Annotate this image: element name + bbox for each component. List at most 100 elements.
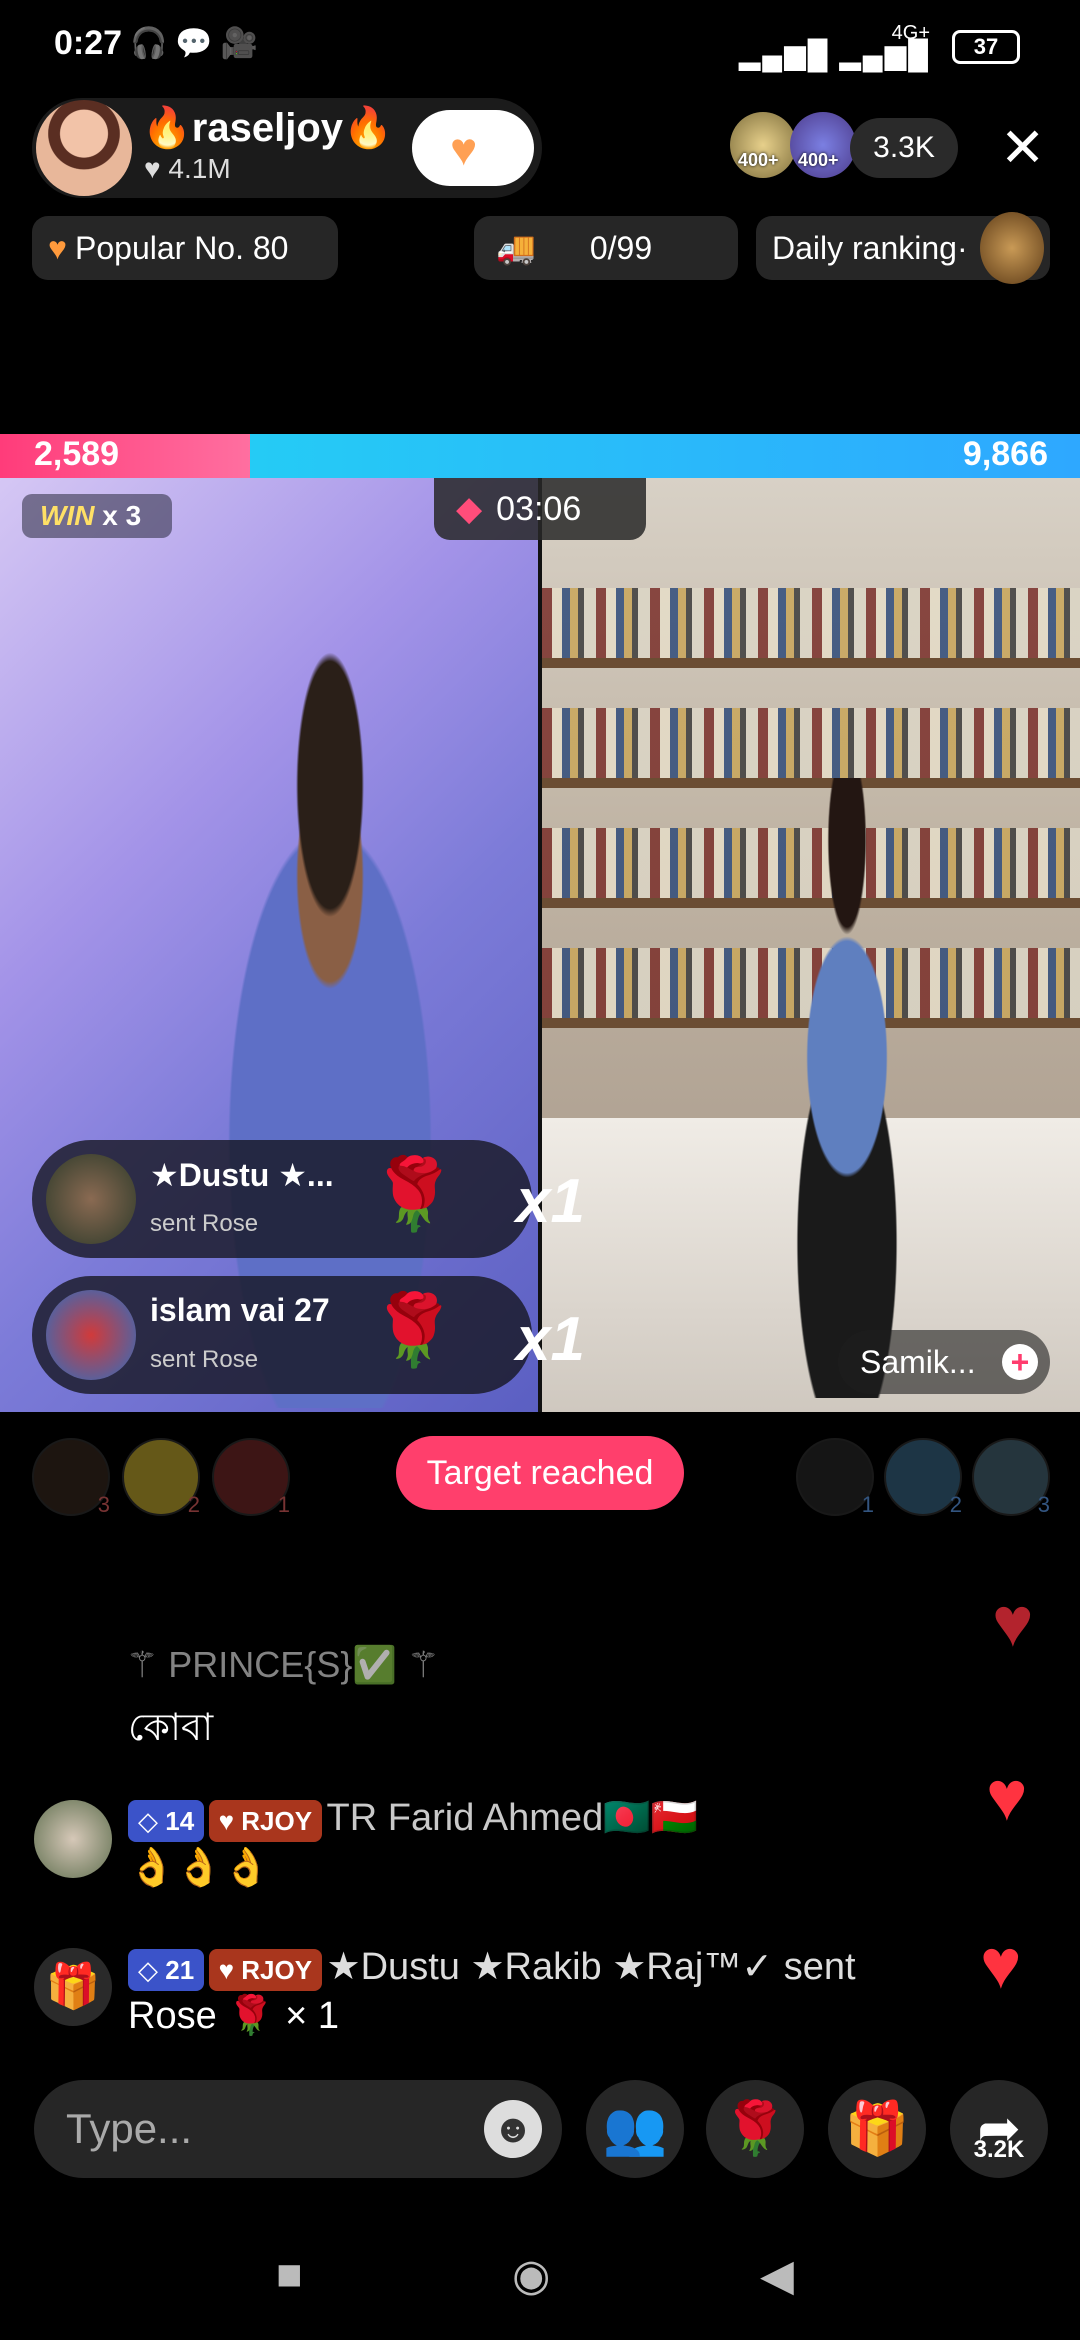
gift-action: sent Rose <box>150 1210 259 1237</box>
level-badge: ◇ 14 <box>128 1800 205 1842</box>
viewer-badge: 400+ <box>798 150 839 170</box>
multi-guest-button[interactable]: 👥 <box>586 2080 684 2178</box>
back-icon[interactable]: ◀ <box>760 2250 794 2301</box>
heart-icon: ♥ <box>218 1955 235 1985</box>
comment-text: 👌👌👌 <box>128 1847 270 1889</box>
fan-badge: ♥ RJOY <box>208 1949 323 1991</box>
goal-chip[interactable]: 🚚 0/99 <box>474 216 738 280</box>
supporter-rank: 2 <box>187 1492 200 1517</box>
comment-header: ◇ 21 ♥ RJOY ★Dustu ★Rakib ★Raj™✓ sent <box>128 1944 856 1991</box>
gifter-name: ★Dustu ★... <box>150 1157 334 1193</box>
heart-icon: ♥ <box>218 1806 235 1836</box>
supporter-rank: 3 <box>1037 1492 1050 1517</box>
heart-icon: ♥ <box>144 153 161 184</box>
floating-heart-icon: ♥ <box>986 1757 1028 1835</box>
recent-apps-icon[interactable]: ■ <box>276 2250 303 2300</box>
level-value: 21 <box>165 1955 195 1985</box>
popular-rank-chip[interactable]: ♥ Popular No. 80 <box>32 216 338 280</box>
like-count: 1 <box>482 152 494 174</box>
heart-icon: ♥ <box>450 123 478 175</box>
battery-icon: 37 <box>952 30 1020 64</box>
fan-badge: ♥ RJOY <box>208 1800 323 1842</box>
fan-badge-label: RJOY <box>241 1955 313 1985</box>
treasure-icon: 🚚 <box>496 230 536 266</box>
host-likes-count: 4.1M <box>168 153 231 184</box>
rose-icon: 🌹 <box>370 1155 458 1233</box>
viewer-badge: 400+ <box>738 150 779 170</box>
heart-icon: ♥ <box>48 230 67 266</box>
host-likes: ♥ 4.1M <box>144 153 231 185</box>
gift-notification: islam vai 27 sent Rose 🌹 <box>32 1276 532 1394</box>
top-viewer-avatar[interactable]: 400+ <box>790 112 856 178</box>
floating-heart-icon: ♥ <box>992 1583 1034 1661</box>
level-value: 14 <box>165 1806 195 1836</box>
supporter-rank: 2 <box>949 1492 962 1517</box>
gift-multiplier: x1 <box>516 1305 585 1374</box>
comment-header: ◇ 14 ♥ RJOY TR Farid Ahmed🇧🇩🇴🇲 <box>128 1796 698 1842</box>
comment-input[interactable]: Type... <box>34 2080 562 2178</box>
lion-icon <box>980 212 1044 284</box>
close-icon[interactable]: ✕ <box>1000 118 1045 178</box>
top-viewer-avatar[interactable]: 400+ <box>730 112 796 178</box>
signal-icon: ▂▄▆█ ▂▄▆█ <box>738 39 930 70</box>
share-count: 3.2K <box>973 2136 1025 2163</box>
host-video[interactable] <box>0 478 538 1412</box>
battle-icon: ◆ <box>456 490 483 528</box>
gifter-avatar[interactable] <box>46 1154 136 1244</box>
comment-user: ⚚ PRINCE{S}✅ ⚚ <box>126 1644 440 1685</box>
bookshelf <box>542 708 1080 778</box>
target-reached-badge: Target reached <box>396 1436 684 1510</box>
supporter-avatar[interactable]: 3 <box>972 1438 1050 1517</box>
gift-notification: ★Dustu ★... sent Rose 🌹 <box>32 1140 532 1258</box>
comment-text: Rose 🌹 × 1 <box>128 1995 340 2037</box>
bookshelf <box>542 588 1080 658</box>
host-name[interactable]: 🔥raseljoy🔥 <box>142 104 393 151</box>
comment-user[interactable]: ★Dustu ★Rakib ★Raj™✓ sent <box>327 1946 856 1988</box>
diamond-icon: ◇ <box>138 1955 158 1985</box>
rose-icon: 🌹 <box>722 2100 788 2158</box>
goal-progress: 0/99 <box>589 230 653 266</box>
follow-plus-icon[interactable]: + <box>1002 1344 1038 1380</box>
win-count: x 3 <box>102 500 142 531</box>
gift-button[interactable]: 🎁 <box>828 2080 926 2178</box>
supporter-avatar[interactable]: 1 <box>796 1438 874 1517</box>
gift-action: sent Rose <box>150 1346 259 1373</box>
right-score: 9,866 <box>962 435 1048 473</box>
opponent-name-pill[interactable]: Samik... + <box>838 1330 1050 1394</box>
daily-ranking-label: Daily ranking· <box>772 230 968 266</box>
home-icon[interactable]: ◉ <box>512 2250 550 2301</box>
viewer-count[interactable]: 3.3K <box>850 118 958 178</box>
fan-badge-label: RJOY <box>241 1806 313 1836</box>
opponent-video[interactable] <box>542 478 1080 1412</box>
like-button[interactable]: ♥ 1 <box>412 110 534 186</box>
share-button[interactable]: ➦ 3.2K <box>950 2080 1048 2178</box>
supporter-avatar[interactable]: 2 <box>884 1438 962 1517</box>
rose-gift-button[interactable]: 🌹 <box>706 2080 804 2178</box>
shelf <box>542 658 1080 668</box>
win-streak-badge: WIN x 3 <box>22 494 172 538</box>
opponent-name: Samik... <box>860 1344 976 1380</box>
supporter-rank: 1 <box>861 1492 874 1517</box>
supporter-avatar[interactable]: 1 <box>212 1438 290 1517</box>
people-icon: 👥 <box>602 2100 668 2158</box>
video-divider <box>538 478 542 1412</box>
supporter-avatar[interactable]: 3 <box>32 1438 110 1517</box>
diamond-icon: ◇ <box>138 1806 158 1836</box>
floating-heart-icon: ♥ <box>980 1925 1022 2003</box>
supporter-avatar[interactable]: 2 <box>122 1438 200 1517</box>
daily-ranking-chip[interactable]: Daily ranking· <box>756 212 1050 284</box>
popular-rank-label: Popular No. 80 <box>75 230 289 266</box>
host-avatar[interactable] <box>36 100 132 196</box>
supporter-rank: 1 <box>277 1492 290 1517</box>
left-score: 2,589 <box>34 435 120 473</box>
comment-user[interactable]: TR Farid Ahmed🇧🇩🇴🇲 <box>327 1797 698 1839</box>
emoji-icon[interactable]: ☻ <box>484 2100 542 2158</box>
status-time: 0:27 <box>54 24 123 62</box>
commenter-avatar[interactable] <box>34 1800 112 1878</box>
supporter-rank: 3 <box>97 1492 110 1517</box>
rose-icon: 🌹 <box>370 1291 458 1369</box>
gifter-avatar[interactable] <box>46 1290 136 1380</box>
comment-text: কোবা <box>128 1707 214 1749</box>
opponent-person <box>732 778 962 1398</box>
win-label: WIN <box>40 500 95 531</box>
